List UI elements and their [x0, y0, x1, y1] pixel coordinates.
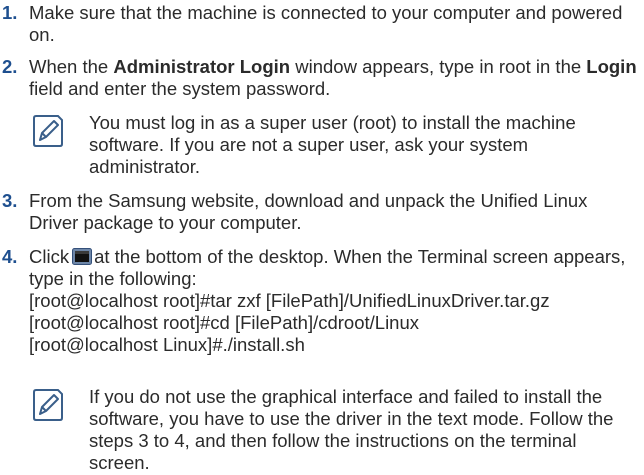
step-number: 3.: [2, 190, 18, 211]
note-text: If you do not use the graphical interfac…: [89, 386, 614, 473]
step-text-part: When the: [29, 56, 114, 77]
step-text-part: window appears, type in root in the: [290, 56, 587, 77]
window-name: Administrator Login: [113, 56, 291, 77]
note-text: You must log in as a super user (root) t…: [89, 112, 576, 177]
terminal-command: [root@localhost root]#tar zxf [FilePath]…: [29, 290, 550, 311]
step-text-part: at the bottom of the desktop. When the T…: [29, 246, 626, 289]
step-text: When the Administrator Login window appe…: [29, 56, 640, 100]
step-text-part: Click: [29, 246, 70, 267]
step-text: Click at the bottom of the desktop. When …: [29, 246, 640, 290]
field-name: Login: [586, 56, 637, 77]
note-pencil-icon: [33, 389, 63, 421]
note-pencil-icon: [33, 115, 63, 147]
step-text-part: field and enter the system password.: [29, 78, 331, 99]
step-number: 4.: [2, 246, 18, 267]
step-text: Make sure that the machine is connected …: [29, 2, 623, 45]
installation-steps: 1. Make sure that the machine is connect…: [0, 0, 644, 475]
step-number: 1.: [2, 2, 18, 23]
terminal-command: [root@localhost Linux]#./install.sh: [29, 334, 305, 355]
terminal-icon: [72, 248, 93, 265]
step-text: From the Samsung website, download and u…: [29, 190, 588, 233]
step-number: 2.: [2, 56, 18, 77]
terminal-command: [root@localhost root]#cd [FilePath]/cdro…: [29, 312, 420, 333]
